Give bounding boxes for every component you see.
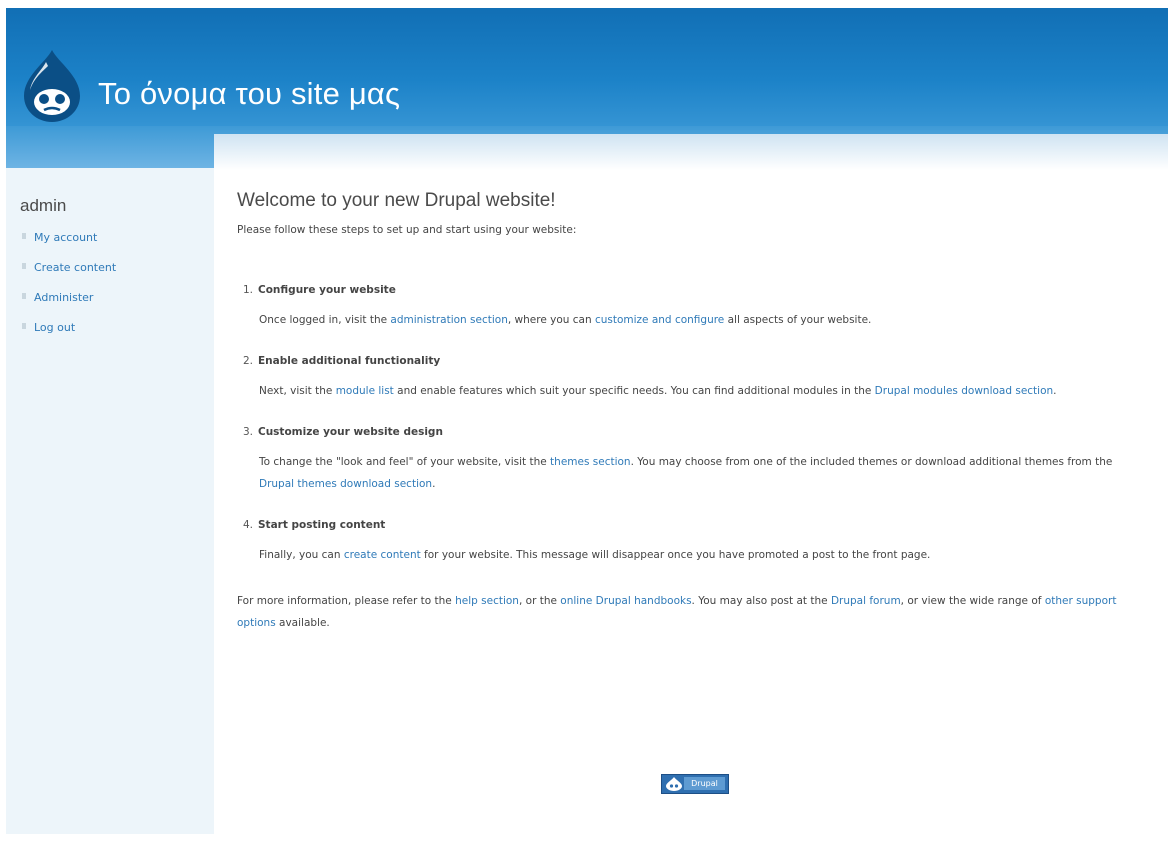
text-fragment: To change the "look and feel" of your we… [259,456,551,468]
page-title: Welcome to your new Drupal website! [237,190,556,211]
text-fragment: . [432,478,436,490]
drupal-modules-download-link[interactable]: Drupal modules download section [875,385,1054,397]
intro-text: Please follow these steps to set up and … [237,224,577,236]
text-fragment: Finally, you can [259,549,344,561]
drupal-drop-icon [666,777,682,791]
module-list-link[interactable]: module list [336,385,394,397]
sidebar-user-name: admin [20,196,67,215]
text-fragment: , or view the wide range of [900,595,1045,607]
main-content: Welcome to your new Drupal website! Plea… [214,134,1168,834]
bullet-icon [22,233,26,239]
text-fragment: , or the [518,595,561,607]
step-number: 3. [243,426,254,438]
bullet-icon [22,323,26,329]
text-fragment: available. [275,617,330,629]
step-text: To change the "look and feel" of your we… [258,451,1147,495]
step-title: Configure your website [258,284,396,296]
powered-by-drupal-badge[interactable]: Drupal [661,774,729,794]
text-fragment: and enable features which suit your spec… [393,385,875,397]
content-top-gradient [214,134,1168,170]
text-fragment: . You may choose from one of the include… [630,456,1113,468]
step-number: 4. [243,519,254,531]
text-fragment: all aspects of your website. [724,314,872,326]
text-fragment: , where you can [507,314,595,326]
online-handbooks-link[interactable]: online Drupal handbooks [560,595,691,607]
create-content-inline-link[interactable]: create content [344,549,421,561]
step-text: Finally, you can create content for your… [258,544,1147,566]
menu-item-create-content: Create content [20,256,200,286]
text-fragment: . [1053,385,1057,397]
bullet-icon [22,293,26,299]
step-item: 3. Customize your website design To chan… [237,426,1147,495]
text-fragment: For more information, please refer to th… [237,595,456,607]
more-info-text: For more information, please refer to th… [237,590,1147,634]
menu-item-administer: Administer [20,286,200,316]
administration-section-link[interactable]: administration section [390,314,507,326]
step-item: 1. Configure your website Once logged in… [237,284,1147,331]
help-section-link[interactable]: help section [455,595,519,607]
drupal-drop-icon[interactable] [22,48,82,124]
content-inner: Welcome to your new Drupal website! Plea… [237,190,1147,634]
step-number: 2. [243,355,254,367]
sidebar: admin My account Create content Administ… [20,196,200,346]
badge-label: Drupal [684,777,725,790]
step-item: 2. Enable additional functionality Next,… [237,355,1147,402]
administer-link[interactable]: Administer [34,291,93,304]
step-number: 1. [243,284,254,296]
text-fragment: for your website. This message will disa… [420,549,931,561]
text-fragment: Next, visit the [259,385,336,397]
site-name[interactable]: Το όνομα του site μας [98,76,400,112]
step-title: Customize your website design [258,426,443,438]
step-text: Once logged in, visit the administration… [258,309,1147,331]
create-content-link[interactable]: Create content [34,261,116,274]
step-title: Enable additional functionality [258,355,441,367]
page-frame: Το όνομα του site μας admin My account C… [6,8,1168,834]
steps-list: 1. Configure your website Once logged in… [237,284,1147,566]
log-out-link[interactable]: Log out [34,321,75,334]
text-fragment: Once logged in, visit the [259,314,391,326]
my-account-link[interactable]: My account [34,231,97,244]
customize-and-configure-link[interactable]: customize and configure [595,314,724,326]
text-fragment: . You may also post at the [691,595,831,607]
menu-item-my-account: My account [20,226,200,256]
themes-section-link[interactable]: themes section [550,456,631,468]
step-text: Next, visit the module list and enable f… [258,380,1147,402]
user-menu: My account Create content Administer Log… [20,226,200,346]
drupal-themes-download-link[interactable]: Drupal themes download section [259,478,432,490]
step-title: Start posting content [258,519,386,531]
menu-item-log-out: Log out [20,316,200,346]
drupal-forum-link[interactable]: Drupal forum [831,595,901,607]
bullet-icon [22,263,26,269]
step-item: 4. Start posting content Finally, you ca… [237,519,1147,566]
